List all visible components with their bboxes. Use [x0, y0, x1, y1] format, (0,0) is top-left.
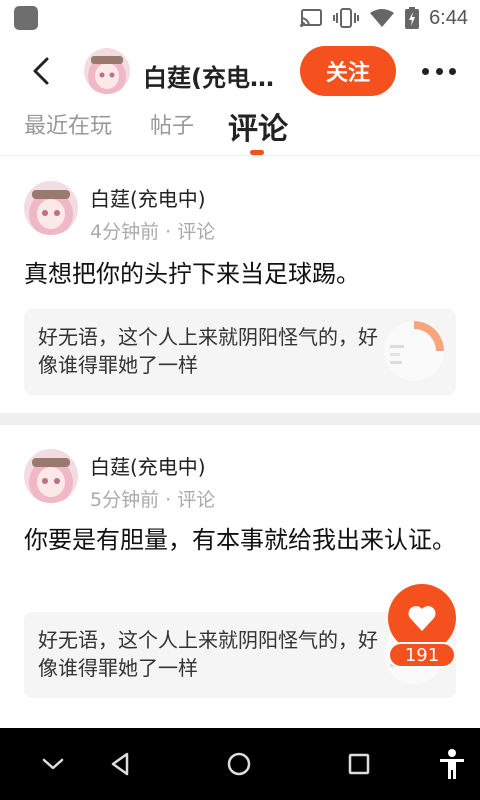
profile-header: 白莛(充电… 关注: [0, 36, 480, 106]
avatar[interactable]: [24, 181, 78, 235]
chevron-down-icon: [42, 758, 64, 770]
more-dot: [435, 67, 443, 75]
home-circle-icon: [227, 752, 251, 776]
cast-icon: [300, 9, 323, 27]
more-options-button[interactable]: [422, 62, 456, 80]
collapse-button[interactable]: [37, 748, 69, 780]
recents-square-icon: [348, 753, 370, 775]
follow-button[interactable]: 关注: [300, 46, 396, 96]
tab-bar: 最近在玩 帖子 评论: [0, 104, 480, 156]
avatar[interactable]: [84, 48, 130, 94]
status-time: 6:44: [429, 6, 468, 29]
quoted-post-thumbnail: [384, 321, 444, 381]
back-button[interactable]: [24, 54, 58, 88]
comment-username[interactable]: 白莛(充电中): [90, 183, 206, 212]
accessibility-button[interactable]: [436, 748, 468, 780]
nav-home-button[interactable]: [223, 748, 255, 780]
comment-card[interactable]: 白莛(充电中) 5分钟前 · 评论 你要是有胆量，有本事就给我出来认证。 好无语…: [0, 425, 480, 725]
comment-username[interactable]: 白莛(充电中): [90, 451, 206, 480]
nav-recents-button[interactable]: [343, 748, 375, 780]
divider: [0, 413, 480, 425]
wifi-icon: [370, 9, 395, 27]
page-title: 白莛(充电…: [143, 64, 274, 92]
comment-meta: 5分钟前 · 评论: [90, 489, 216, 511]
comment-meta: 4分钟前 · 评论: [90, 221, 216, 243]
notification-icon: [14, 6, 38, 30]
quoted-post[interactable]: 好无语，这个人上来就阴阳怪气的，好像谁得罪她了一样: [24, 309, 456, 395]
status-bar: 6:44: [0, 0, 480, 36]
tab-recently-played[interactable]: 最近在玩: [24, 108, 112, 140]
battery-charging-icon: [405, 7, 420, 29]
status-icons: 6:44: [299, 6, 468, 30]
quoted-post-text: 好无语，这个人上来就阴阳怪气的，好像谁得罪她了一样: [38, 628, 378, 680]
like-count: 191: [388, 642, 456, 668]
system-navigation-bar: [0, 728, 480, 800]
tab-comments[interactable]: 评论: [228, 104, 288, 148]
avatar[interactable]: [24, 449, 78, 503]
tab-posts[interactable]: 帖子: [150, 108, 194, 140]
back-triangle-icon: [111, 752, 129, 776]
comment-text: 真想把你的头拧下来当足球踢。: [24, 260, 360, 288]
like-button[interactable]: 191: [388, 584, 456, 668]
quoted-post-text: 好无语，这个人上来就阴阳怪气的，好像谁得罪她了一样: [38, 325, 378, 377]
vibrate-icon: [333, 8, 360, 28]
more-dot: [449, 67, 456, 75]
heart-icon: [408, 606, 436, 631]
comment-card[interactable]: 白莛(充电中) 4分钟前 · 评论 真想把你的头拧下来当足球踢。 好无语，这个人…: [0, 157, 480, 413]
chevron-left-icon: [33, 57, 49, 85]
accessibility-icon: [440, 749, 464, 779]
comment-text: 你要是有胆量，有本事就给我出来认证。: [24, 526, 456, 554]
nav-back-button[interactable]: [104, 748, 136, 780]
active-tab-indicator: [250, 150, 264, 155]
more-dot: [422, 67, 429, 75]
